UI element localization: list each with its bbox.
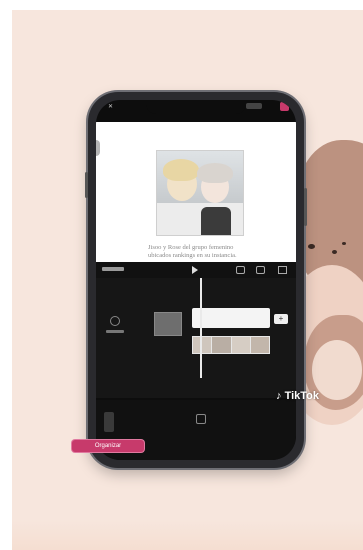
video-clip-strip[interactable] [192,336,270,354]
clip-thumb [212,337,231,353]
cover-thumbnail[interactable] [154,312,182,336]
text-clip[interactable] [192,308,270,328]
phone-side-button [304,188,307,226]
back-arrow-icon[interactable] [104,412,114,432]
add-clip-icon[interactable]: + [274,314,288,324]
person-left-hair [163,159,199,181]
timeline-area: + [96,278,296,398]
clothing-dark [201,207,231,235]
play-icon[interactable] [192,266,198,274]
track-label [106,330,124,333]
paint-dot [332,250,337,254]
phone-notch [146,100,246,114]
redo-icon[interactable] [256,266,265,274]
fullscreen-icon[interactable] [278,266,287,274]
preview-side-handle[interactable] [96,140,100,156]
time-readout [102,267,124,271]
undo-icon[interactable] [236,266,245,274]
close-icon[interactable]: ✕ [108,103,113,110]
audio-icon[interactable] [110,316,120,326]
timeline-toolbar [96,262,296,278]
paint-dot [342,242,346,245]
paint-dot [308,244,315,249]
frame-bottom-edge [12,520,363,550]
phone-screen: ✕ Jisoo y Rose del grupo femenino ubicad… [96,100,296,460]
export-button-icon[interactable] [280,102,289,111]
resolution-badge[interactable] [246,103,262,109]
tiktok-watermark: ♪ TikTok [276,390,319,402]
organize-button[interactable]: Organizar [72,440,144,452]
tool-icon[interactable] [196,414,206,424]
video-preview [96,122,296,262]
tiktok-logo-icon: ♪ [276,390,282,402]
tiktok-brand-text: TikTok [284,390,319,402]
paint-blob [312,340,362,400]
playhead[interactable] [200,278,202,378]
person-right-hair [197,163,233,183]
photo-card [156,150,244,236]
phone-mockup: ✕ Jisoo y Rose del grupo femenino ubicad… [85,92,307,468]
clip-thumb [250,337,269,353]
clip-thumb [193,337,212,353]
clip-thumb [231,337,250,353]
preview-caption: Jisoo y Rose del grupo femenino ubicados… [148,244,237,259]
phone-side-button [85,172,88,198]
